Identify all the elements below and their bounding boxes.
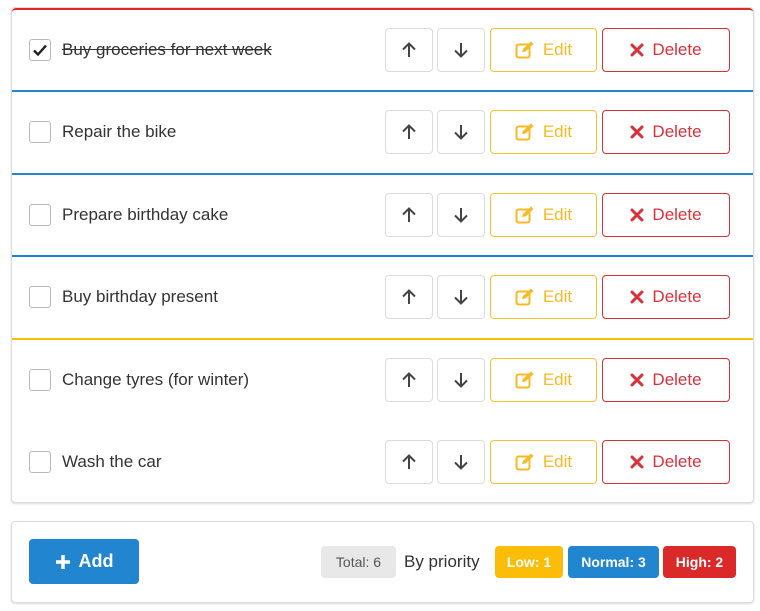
- delete-label: Delete: [652, 287, 702, 306]
- task-text: Prepare birthday cake: [62, 205, 229, 224]
- task-checkbox[interactable]: [29, 369, 51, 391]
- arrow-down-icon: [454, 208, 468, 223]
- delete-label: Delete: [652, 205, 702, 224]
- delete-label: Delete: [652, 452, 702, 471]
- task-list: Buy groceries for next week Edit Delete …: [11, 7, 754, 503]
- arrow-up-icon: [402, 372, 416, 387]
- arrow-down-icon: [454, 373, 468, 388]
- task-text: Repair the bike: [62, 122, 177, 141]
- delete-button[interactable]: Delete: [602, 193, 730, 237]
- close-icon: [630, 373, 644, 387]
- delete-button[interactable]: Delete: [602, 275, 730, 319]
- high-priority-badge: High: 2: [663, 546, 736, 578]
- task-checkbox[interactable]: [29, 451, 51, 473]
- add-button[interactable]: Add: [29, 539, 139, 584]
- close-icon: [630, 208, 644, 222]
- arrow-up-icon: [402, 207, 416, 222]
- arrow-up-icon: [402, 289, 416, 304]
- edit-icon: [515, 41, 534, 59]
- task-row: Wash the car Edit Delete: [12, 420, 753, 502]
- arrow-up-icon: [402, 42, 416, 57]
- add-label: Add: [78, 551, 114, 571]
- task-row: Buy groceries for next week Edit Delete: [12, 8, 753, 90]
- arrow-down-icon: [454, 125, 468, 140]
- arrow-up-icon: [402, 454, 416, 469]
- task-text: Change tyres (for winter): [62, 370, 250, 389]
- edit-button[interactable]: Edit: [490, 440, 597, 484]
- edit-button[interactable]: Edit: [490, 28, 597, 72]
- delete-label: Delete: [652, 370, 702, 389]
- task-text: Buy birthday present: [62, 287, 218, 306]
- close-icon: [630, 43, 644, 57]
- arrow-down-icon: [454, 43, 468, 58]
- task-checkbox[interactable]: [29, 204, 51, 226]
- edit-label: Edit: [542, 122, 573, 141]
- task-text: Wash the car: [62, 452, 162, 471]
- task-text: Buy groceries for next week: [62, 40, 272, 59]
- move-down-button[interactable]: [437, 358, 485, 402]
- total-badge: Total: 6: [321, 546, 396, 578]
- edit-label: Edit: [542, 205, 573, 224]
- move-up-button[interactable]: [385, 358, 433, 402]
- by-priority-label: By priority: [404, 552, 480, 571]
- task-checkbox[interactable]: [29, 121, 51, 143]
- delete-button[interactable]: Delete: [602, 110, 730, 154]
- close-icon: [630, 125, 644, 139]
- edit-icon: [515, 123, 534, 141]
- edit-label: Edit: [542, 452, 573, 471]
- move-down-button[interactable]: [437, 440, 485, 484]
- delete-label: Delete: [652, 40, 702, 59]
- arrow-down-icon: [454, 290, 468, 305]
- task-checkbox[interactable]: [29, 39, 51, 61]
- task-row: Prepare birthday cake Edit Delete: [12, 173, 753, 255]
- edit-button[interactable]: Edit: [490, 358, 597, 402]
- edit-button[interactable]: Edit: [490, 193, 597, 237]
- task-row: Buy birthday present Edit Delete: [12, 255, 753, 337]
- delete-button[interactable]: Delete: [602, 28, 730, 72]
- close-icon: [630, 455, 644, 469]
- edit-icon: [515, 371, 534, 389]
- checkmark-icon: [33, 44, 47, 57]
- delete-button[interactable]: Delete: [602, 358, 730, 402]
- task-row: Repair the bike Edit Delete: [12, 90, 753, 172]
- normal-priority-badge: Normal: 3: [568, 546, 659, 578]
- arrow-down-icon: [454, 455, 468, 470]
- delete-label: Delete: [652, 122, 702, 141]
- move-up-button[interactable]: [385, 193, 433, 237]
- move-down-button[interactable]: [437, 110, 485, 154]
- move-down-button[interactable]: [437, 193, 485, 237]
- plus-icon: [55, 554, 70, 569]
- move-up-button[interactable]: [385, 275, 433, 319]
- task-checkbox[interactable]: [29, 286, 51, 308]
- move-up-button[interactable]: [385, 440, 433, 484]
- move-up-button[interactable]: [385, 110, 433, 154]
- edit-label: Edit: [542, 40, 573, 59]
- close-icon: [630, 290, 644, 304]
- edit-label: Edit: [542, 287, 573, 306]
- move-down-button[interactable]: [437, 28, 485, 72]
- edit-icon: [515, 453, 534, 471]
- edit-icon: [515, 288, 534, 306]
- summary-bar: Add Total: 6 By priority Low: 1 Normal: …: [11, 521, 754, 603]
- low-priority-badge: Low: 1: [495, 546, 563, 578]
- task-row: Change tyres (for winter) Edit Delete: [12, 338, 753, 420]
- delete-button[interactable]: Delete: [602, 440, 730, 484]
- arrow-up-icon: [402, 124, 416, 139]
- edit-icon: [515, 206, 534, 224]
- edit-button[interactable]: Edit: [490, 110, 597, 154]
- edit-button[interactable]: Edit: [490, 275, 597, 319]
- edit-label: Edit: [542, 370, 573, 389]
- move-up-button[interactable]: [385, 28, 433, 72]
- move-down-button[interactable]: [437, 275, 485, 319]
